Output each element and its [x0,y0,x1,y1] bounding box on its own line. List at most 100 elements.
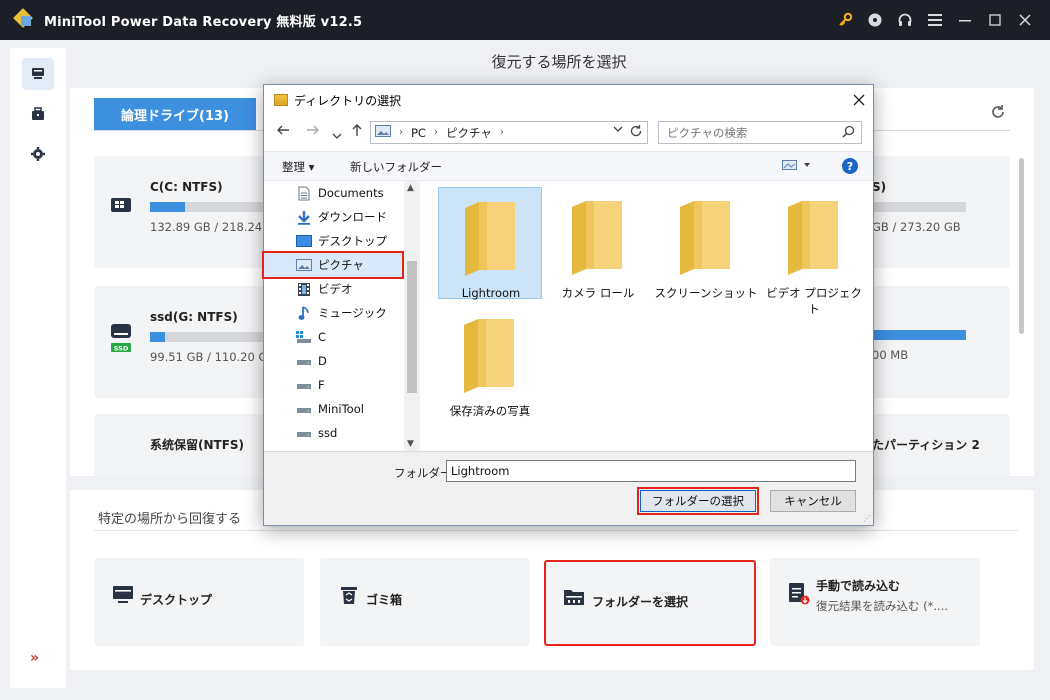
sidebar-settings-icon[interactable] [22,138,54,170]
scroll-down-icon[interactable]: ▼ [407,439,414,449]
address-bar[interactable]: › PC › ピクチャ › [370,121,648,144]
headset-icon[interactable] [890,0,920,40]
folder-screenshots[interactable]: スクリーンショット [654,187,758,300]
address-row: › PC › ピクチャ › [264,117,873,147]
page-title: 復元する場所を選択 [491,52,627,71]
drive-size: 99.51 GB / 110.20 GB [150,350,276,364]
dialog-footer: フォルダー: フォルダーの選択 キャンセル ⋰ [264,451,873,525]
nav-item-pictures[interactable]: ピクチャ [262,251,404,279]
location-manual-load[interactable]: 手動で読み込む 復元結果を読み込む (*.... [770,558,980,646]
back-arrow-icon[interactable] [276,123,290,141]
dialog-titlebar: ディレクトリの選択 [264,85,873,115]
location-sub: 復元結果を読み込む (*.... [816,599,949,613]
desktop-icon [112,584,134,609]
nav-item-videos[interactable]: ビデオ [264,277,404,301]
folder-camera-roll[interactable]: カメラ ロール [546,187,650,300]
folder-name-input[interactable] [446,460,856,482]
command-bar: 整理 ▾ 新しいフォルダー ? [264,151,873,181]
drive-icon [296,425,312,441]
nav-scrollbar[interactable]: ▲ ▼ [404,181,420,451]
address-dropdown-icon[interactable] [613,125,623,136]
search-box[interactable] [658,121,862,144]
location-desktop[interactable]: デスクトップ [94,558,304,646]
maximize-icon[interactable] [980,0,1010,40]
help-icon[interactable]: ? [842,158,858,174]
drive-name: C(C: NTFS) [150,180,223,194]
forward-arrow-icon[interactable] [306,123,320,141]
disc-icon[interactable] [860,0,890,40]
tab-logical-drives[interactable]: 論理ドライブ(13) [94,98,256,130]
scroll-up-icon[interactable]: ▲ [407,183,414,193]
nav-item-drive-minitool[interactable]: MiniTool [264,397,404,421]
resize-grip-icon[interactable]: ⋰ [863,514,871,523]
nav-item-drive-c[interactable]: C [264,325,404,349]
drive-name: S) [872,180,887,194]
sidebar-expand-icon[interactable]: » [30,650,39,666]
folder-icon [465,202,515,276]
organize-button[interactable]: 整理 ▾ [282,159,314,175]
select-folder-button[interactable]: フォルダーの選択 [637,487,759,515]
dialog-close-icon[interactable] [853,90,865,111]
nav-item-drive-d[interactable]: D [264,349,404,373]
location-label: 手動で読み込む [816,579,901,593]
nav-item-music[interactable]: ミュージック [264,301,404,325]
new-folder-button[interactable]: 新しいフォルダー [350,159,442,175]
minimize-icon[interactable] [950,0,980,40]
folder-saved-pictures[interactable]: 保存済みの写真 [438,305,542,418]
nav-item-drive-ssd[interactable]: ssd [264,421,404,445]
nav-scroll-thumb[interactable] [407,261,417,393]
breadcrumb-pc[interactable]: PC [411,126,426,140]
load-results-icon [788,582,810,609]
drive-usage-bar [872,202,966,212]
drive-name: ssd(G: NTFS) [150,310,238,324]
drive-usage-bar [872,330,966,340]
app-title: MiniTool Power Data Recovery 無料版 v12.5 [44,14,363,30]
locations-divider [94,530,1018,531]
location-label: ゴミ箱 [366,593,403,607]
search-icon[interactable] [842,125,855,141]
nav-item-drive-f[interactable]: F [264,373,404,397]
sidebar-toolkit-icon[interactable] [22,98,54,130]
locations-title: 特定の場所から回復する [98,512,242,527]
pictures-icon [296,257,312,273]
recent-dropdown-icon[interactable] [332,126,342,144]
folder-view: Lightroom カメラ ロール スクリーンショット ビデオ プロジェクト 保… [420,181,873,451]
menu-icon[interactable] [920,0,950,40]
dialog-title: ディレクトリの選択 [294,93,402,108]
drive-icon [296,377,312,393]
desktop-icon [296,233,312,249]
drive-name: 系统保留(NTFS) [150,438,245,452]
breadcrumb-pictures[interactable]: ピクチャ [446,125,492,141]
document-icon [296,185,312,201]
search-input[interactable] [659,122,829,143]
cancel-button[interactable]: キャンセル [770,490,856,512]
key-icon[interactable] [830,0,860,40]
folder-icon [464,319,514,393]
location-select-folder[interactable]: フォルダーを選択 [544,560,756,646]
address-refresh-icon[interactable] [629,124,643,142]
close-icon[interactable] [1010,0,1040,40]
nav-item-documents[interactable]: Documents [264,181,404,205]
nav-item-downloads[interactable]: ダウンロード [264,205,404,229]
folder-video-projects[interactable]: ビデオ プロジェクト [762,187,866,316]
directory-dialog: ディレクトリの選択 › PC › ピクチャ › ピクチャの検索 整理 ▾ 新しい… [262,84,874,526]
refresh-icon[interactable] [990,104,1006,124]
left-sidebar: » [10,48,66,688]
drive-icon [296,353,312,369]
folder-select-icon [563,586,585,611]
nav-item-desktop[interactable]: デスクトップ [264,229,404,253]
folder-lightroom[interactable]: Lightroom [438,187,542,300]
location-recycle-bin[interactable]: ゴミ箱 [320,558,530,646]
up-arrow-icon[interactable] [350,123,364,141]
location-label: フォルダーを選択 [592,595,689,609]
drives-scrollbar[interactable] [1019,158,1024,334]
drive-size: 00 MB [872,348,909,362]
app-titlebar: MiniTool Power Data Recovery 無料版 v12.5 [0,0,1050,40]
download-icon [296,209,312,225]
view-options-icon[interactable] [782,159,812,174]
app-logo-icon [13,8,36,31]
dialog-folder-icon [274,94,288,106]
location-label: デスクトップ [140,593,213,607]
drive-icon [296,401,312,417]
sidebar-recovery-icon[interactable] [22,58,54,90]
